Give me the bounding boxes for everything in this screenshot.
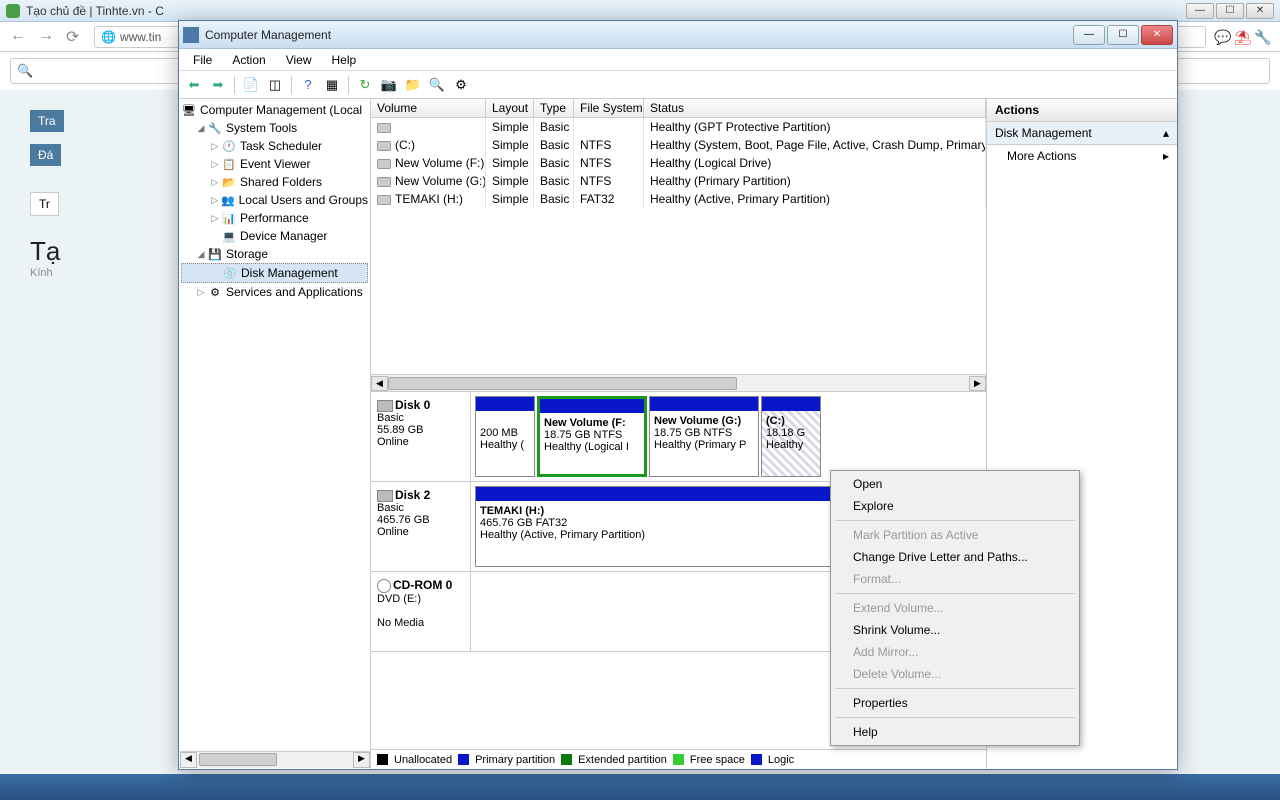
- partition-f-selected[interactable]: New Volume (F:18.75 GB NTFSHealthy (Logi…: [537, 396, 647, 477]
- browser-min-button[interactable]: —: [1186, 3, 1214, 19]
- ctx-delete: Delete Volume...: [833, 663, 1077, 685]
- breadcrumb[interactable]: Tra: [30, 110, 64, 132]
- context-menu: Open Explore Mark Partition as Active Ch…: [830, 470, 1080, 746]
- tree-root[interactable]: 🖥Computer Management (Local: [181, 101, 368, 119]
- navigation-tree: 🖥Computer Management (Local ◢🔧System Too…: [179, 99, 371, 769]
- extension-icon[interactable]: 💬: [1214, 29, 1230, 45]
- disk-icon: [377, 400, 393, 412]
- volume-row[interactable]: New Volume (G:)SimpleBasicNTFSHealthy (P…: [371, 172, 986, 190]
- mmc-toolbar: ⬅ ➡ 📄 ◫ ? ▦ ↻ 📷 📁 🔍 ⚙: [179, 71, 1177, 99]
- toolbar-btn[interactable]: 📁: [402, 74, 424, 96]
- collapse-icon: ▴: [1163, 126, 1169, 140]
- chevron-right-icon: ▸: [1163, 149, 1169, 163]
- partition-c[interactable]: (C:)18.18 GHealthy: [761, 396, 821, 477]
- volume-row[interactable]: TEMAKI (H:)SimpleBasicFAT32Healthy (Acti…: [371, 190, 986, 208]
- volume-list: Volume Layout Type File System Status Si…: [371, 99, 986, 391]
- col-status[interactable]: Status: [644, 99, 986, 117]
- actions-header: Actions: [987, 99, 1177, 122]
- toolbar-btn[interactable]: 🔍: [426, 74, 448, 96]
- disk-0-row: Disk 0 Basic 55.89 GB Online 200 MBHealt…: [371, 392, 986, 482]
- toolbar-back[interactable]: ⬅: [183, 74, 205, 96]
- toolbar-help[interactable]: ?: [297, 74, 319, 96]
- col-layout[interactable]: Layout: [486, 99, 534, 117]
- mmc-min-button[interactable]: —: [1073, 25, 1105, 45]
- mmc-icon: [183, 27, 199, 43]
- ctx-explore[interactable]: Explore: [833, 495, 1077, 517]
- menu-action[interactable]: Action: [222, 51, 275, 69]
- menu-view[interactable]: View: [276, 51, 322, 69]
- volume-row[interactable]: New Volume (F:)SimpleBasicNTFSHealthy (L…: [371, 154, 986, 172]
- partition-reserved[interactable]: 200 MBHealthy (: [475, 396, 535, 477]
- tree-device-manager[interactable]: 💻Device Manager: [181, 227, 368, 245]
- ctx-properties[interactable]: Properties: [833, 692, 1077, 714]
- toolbar-prop[interactable]: ▦: [321, 74, 343, 96]
- tree-shared-folders[interactable]: ▷📂Shared Folders: [181, 173, 368, 191]
- wrench-icon[interactable]: 🔧: [1254, 29, 1270, 45]
- favicon-icon: [6, 4, 20, 18]
- mmc-titlebar[interactable]: Computer Management — ☐ ✕: [179, 21, 1177, 49]
- ctx-change-letter[interactable]: Change Drive Letter and Paths...: [833, 546, 1077, 568]
- col-volume[interactable]: Volume: [371, 99, 486, 117]
- volume-rows: SimpleBasicHealthy (GPT Protective Parti…: [371, 118, 986, 374]
- taskbar[interactable]: [0, 774, 1280, 800]
- tree-performance[interactable]: ▷📊Performance: [181, 209, 368, 227]
- menu-help[interactable]: Help: [322, 51, 367, 69]
- browser-titlebar: Tạo chủ đề | Tinhte.vn - C — ☐ ✕: [0, 0, 1280, 22]
- disk-2-label[interactable]: Disk 2 Basic 465.76 GB Online: [371, 482, 471, 571]
- ctx-open[interactable]: Open: [833, 473, 1077, 495]
- browser-close-button[interactable]: ✕: [1246, 3, 1274, 19]
- col-filesystem[interactable]: File System: [574, 99, 644, 117]
- mmc-max-button[interactable]: ☐: [1107, 25, 1139, 45]
- ctx-help[interactable]: Help: [833, 721, 1077, 743]
- ctx-shrink[interactable]: Shrink Volume...: [833, 619, 1077, 641]
- toolbar-showhide[interactable]: ◫: [264, 74, 286, 96]
- tree-services[interactable]: ▷⚙Services and Applications: [181, 283, 368, 301]
- mmc-menubar: File Action View Help: [179, 49, 1177, 71]
- avira-icon[interactable]: ⛱: [1234, 29, 1250, 45]
- browser-window-buttons: — ☐ ✕: [1186, 3, 1274, 19]
- ctx-format: Format...: [833, 568, 1077, 590]
- breadcrumb[interactable]: Đá: [30, 144, 61, 166]
- reload-button[interactable]: ⟳: [66, 27, 86, 47]
- col-type[interactable]: Type: [534, 99, 574, 117]
- tree-task-scheduler[interactable]: ▷🕐Task Scheduler: [181, 137, 368, 155]
- tree-scrollbar[interactable]: ◀ ▶: [180, 751, 370, 768]
- volume-row[interactable]: (C:)SimpleBasicNTFSHealthy (System, Boot…: [371, 136, 986, 154]
- ctx-mirror: Add Mirror...: [833, 641, 1077, 663]
- partition-g[interactable]: New Volume (G:)18.75 GB NTFSHealthy (Pri…: [649, 396, 759, 477]
- ctx-extend: Extend Volume...: [833, 597, 1077, 619]
- disk-0-label[interactable]: Disk 0 Basic 55.89 GB Online: [371, 392, 471, 481]
- toolbar-btn[interactable]: ⚙: [450, 74, 472, 96]
- actions-group[interactable]: Disk Management▴: [987, 122, 1177, 145]
- tree-storage[interactable]: ◢💾Storage: [181, 245, 368, 263]
- cdrom-label[interactable]: CD-ROM 0 DVD (E:) No Media: [371, 572, 471, 651]
- volume-header: Volume Layout Type File System Status: [371, 99, 986, 118]
- toolbar-forward[interactable]: ➡: [207, 74, 229, 96]
- toolbar-refresh[interactable]: ↻: [354, 74, 376, 96]
- tree-disk-management[interactable]: 💿Disk Management: [181, 263, 368, 283]
- tab-button[interactable]: Tr: [30, 192, 59, 216]
- menu-file[interactable]: File: [183, 51, 222, 69]
- volume-scrollbar[interactable]: ◀▶: [371, 374, 986, 391]
- tree-system-tools[interactable]: ◢🔧System Tools: [181, 119, 368, 137]
- toolbar-btn[interactable]: 📷: [378, 74, 400, 96]
- ctx-mark-active: Mark Partition as Active: [833, 524, 1077, 546]
- disk-icon: [377, 490, 393, 502]
- browser-tab-title: Tạo chủ đề | Tinhte.vn - C: [26, 4, 164, 18]
- forward-button[interactable]: →: [38, 27, 58, 47]
- back-button[interactable]: ←: [10, 27, 30, 47]
- mmc-title: Computer Management: [205, 28, 331, 42]
- search-icon: 🔍: [17, 63, 33, 79]
- actions-more[interactable]: More Actions▸: [987, 145, 1177, 167]
- browser-max-button[interactable]: ☐: [1216, 3, 1244, 19]
- volume-row[interactable]: SimpleBasicHealthy (GPT Protective Parti…: [371, 118, 986, 136]
- legend: Unallocated Primary partition Extended p…: [371, 749, 986, 769]
- toolbar-up[interactable]: 📄: [240, 74, 262, 96]
- cdrom-icon: [377, 579, 391, 593]
- mmc-close-button[interactable]: ✕: [1141, 25, 1173, 45]
- tree-local-users[interactable]: ▷👥Local Users and Groups: [181, 191, 368, 209]
- tree-event-viewer[interactable]: ▷📋Event Viewer: [181, 155, 368, 173]
